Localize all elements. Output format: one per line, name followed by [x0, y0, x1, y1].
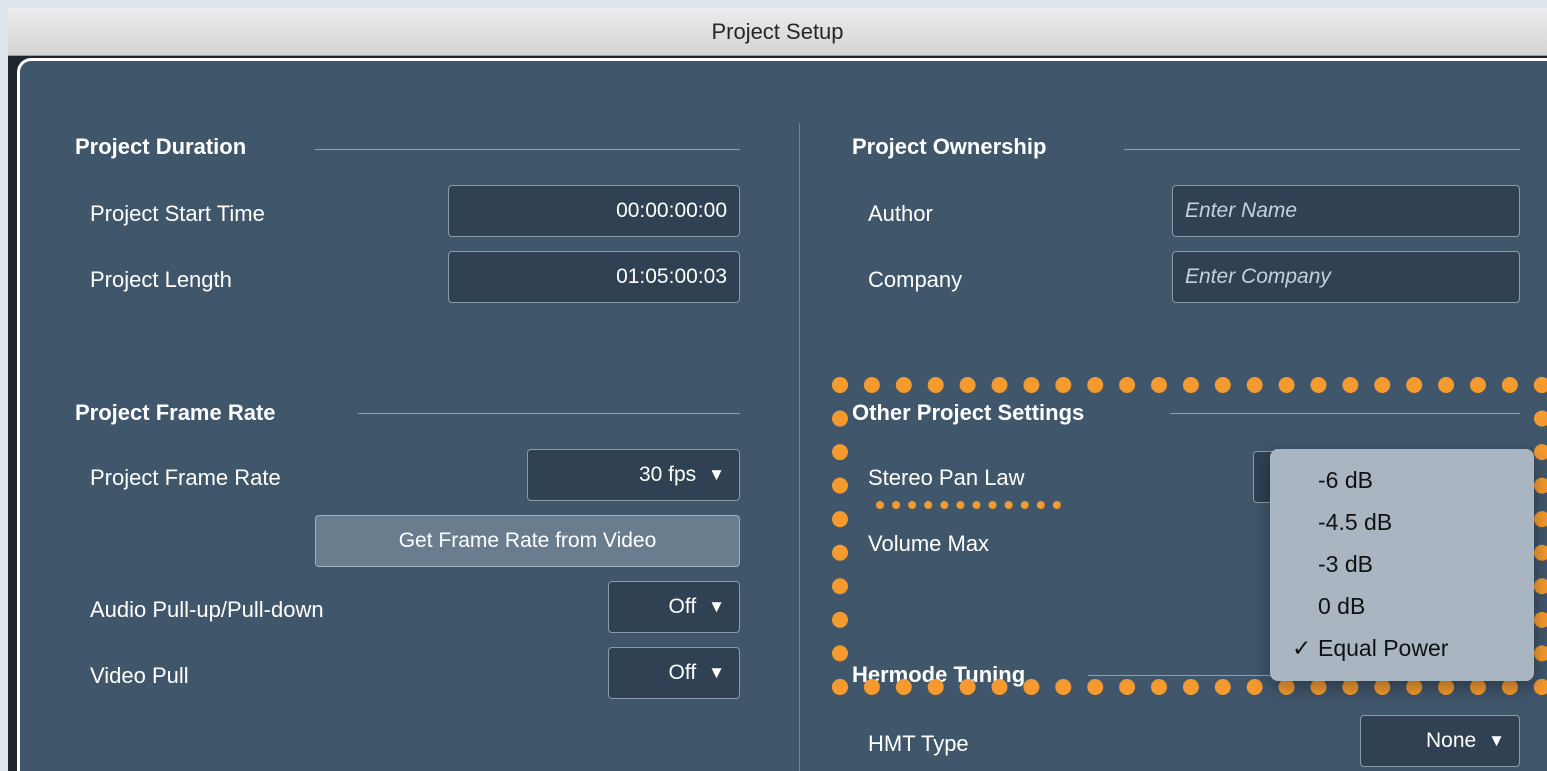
company-label: Company [868, 267, 963, 292]
project-duration-heading: Project Duration [75, 134, 247, 159]
get-frame-rate-from-video-button[interactable]: Get Frame Rate from Video [315, 515, 740, 567]
project-ownership-heading: Project Ownership [852, 134, 1047, 159]
chevron-down-icon: ▼ [708, 663, 725, 682]
section-divider [358, 413, 740, 414]
menu-item-label: -4.5 dB [1318, 508, 1393, 535]
project-length-field[interactable]: 01:05:00:03 [448, 251, 740, 303]
project-start-time-label: Project Start Time [90, 201, 265, 226]
project-length-label: Project Length [90, 267, 232, 292]
audio-pull-label: Audio Pull-up/Pull-down [90, 597, 324, 622]
hmt-type-select[interactable]: None ▼ [1360, 715, 1520, 767]
menu-item-equal-power[interactable]: ✓ Equal Power [1270, 627, 1534, 669]
window-titlebar[interactable]: Project Setup [8, 8, 1547, 56]
check-icon: ✓ [1292, 634, 1312, 661]
frame-rate-select[interactable]: 30 fps ▼ [527, 449, 740, 501]
window-title: Project Setup [711, 18, 844, 44]
hmt-type-label: HMT Type [868, 731, 969, 756]
company-input[interactable]: Enter Company [1172, 251, 1520, 303]
chevron-down-icon: ▼ [708, 465, 725, 484]
label-underline-annotation [876, 501, 1061, 509]
menu-item-label: Equal Power [1318, 634, 1449, 661]
author-label: Author [868, 201, 933, 226]
chevron-down-icon: ▼ [708, 597, 725, 616]
menu-item-minus-6-db[interactable]: -6 dB [1270, 459, 1534, 501]
frame-rate-value: 30 fps [638, 463, 697, 486]
video-pull-select[interactable]: Off ▼ [608, 647, 740, 699]
project-start-time-field[interactable]: 00:00:00:00 [448, 185, 740, 237]
section-divider [1124, 149, 1520, 150]
section-divider [315, 149, 740, 150]
pan-law-dropdown-menu: -6 dB -4.5 dB -3 dB 0 dB ✓ Equal Power [1270, 449, 1534, 681]
frame-rate-label: Project Frame Rate [90, 465, 281, 490]
audio-pull-value: Off [668, 595, 697, 618]
column-divider [799, 123, 800, 771]
author-input[interactable]: Enter Name [1172, 185, 1520, 237]
chevron-down-icon: ▼ [1488, 731, 1505, 750]
menu-item-label: -3 dB [1318, 550, 1373, 577]
menu-item-label: -6 dB [1318, 466, 1373, 493]
video-pull-value: Off [668, 661, 697, 684]
project-frame-rate-heading: Project Frame Rate [75, 400, 276, 425]
menu-item-label: 0 dB [1318, 592, 1366, 619]
menu-item-0-db[interactable]: 0 dB [1270, 585, 1534, 627]
audio-pull-select[interactable]: Off ▼ [608, 581, 740, 633]
video-pull-label: Video Pull [90, 663, 189, 688]
hmt-type-value: None [1425, 729, 1477, 752]
settings-panel: Project Duration Project Start Time 00:0… [17, 58, 1547, 771]
menu-item-minus-3-db[interactable]: -3 dB [1270, 543, 1534, 585]
menu-item-minus-4-5-db[interactable]: -4.5 dB [1270, 501, 1534, 543]
